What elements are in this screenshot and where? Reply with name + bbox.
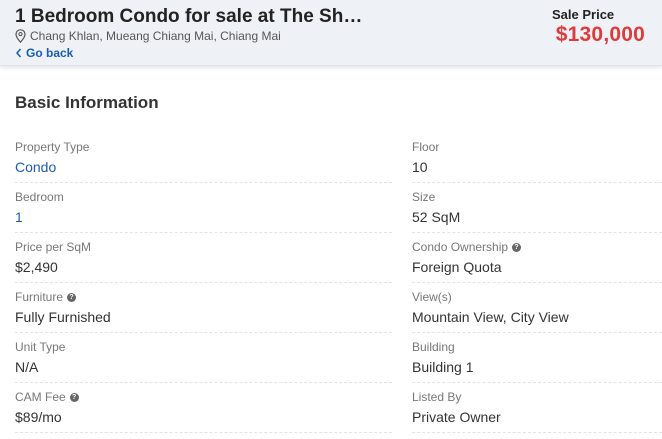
unit-type-label: Unit Type (15, 340, 66, 354)
views-value: Mountain View, City View (412, 309, 569, 325)
size-value: 52 SqM (412, 209, 461, 225)
bedroom-label: Bedroom (15, 190, 64, 204)
property-type-link[interactable]: Condo (15, 159, 56, 175)
question-circle-icon[interactable]: ? (512, 242, 522, 252)
building-label: Building (412, 340, 455, 354)
floor-label: Floor (412, 140, 440, 154)
listed-by-label: Listed By (412, 390, 462, 404)
location-text: Chang Khlan, Mueang Chiang Mai, Chiang M… (30, 29, 281, 43)
listing-location: Chang Khlan, Mueang Chiang Mai, Chiang M… (15, 28, 281, 44)
property-type-label: Property Type (15, 140, 90, 154)
info-row: Bedroom 1 Size 52 SqM (15, 183, 662, 233)
price-per-sqm-cell: Price per SqM $2,490 (15, 233, 392, 283)
go-back-label: Go back (26, 46, 74, 60)
bedroom-cell: Bedroom 1 (15, 183, 392, 233)
section-title: Basic Information (15, 93, 159, 112)
property-type-cell: Property Type Condo (15, 133, 392, 183)
question-circle-icon[interactable]: ? (67, 292, 77, 302)
info-row: Unit Type N/A Building Building 1 (15, 333, 662, 383)
listing-title: 1 Bedroom Condo for sale at The Sh… (15, 6, 363, 27)
floor-cell: Floor 10 (412, 133, 662, 183)
info-row: Price per SqM $2,490 Condo Ownership ? F… (15, 233, 662, 283)
size-cell: Size 52 SqM (412, 183, 662, 233)
cam-fee-cell: CAM Fee ? $89/mo (15, 383, 392, 433)
question-circle-icon[interactable]: ? (69, 392, 79, 402)
size-label: Size (412, 190, 436, 204)
unit-type-cell: Unit Type N/A (15, 333, 392, 383)
listed-by-cell: Listed By Private Owner (412, 383, 662, 433)
listing-header: 1 Bedroom Condo for sale at The Sh… Chan… (0, 0, 662, 66)
chevron-left-icon (16, 48, 22, 58)
sale-price-value: $130,000 (555, 23, 645, 46)
info-row: Property Type Condo Floor 10 (15, 133, 662, 183)
building-cell: Building Building 1 (412, 333, 662, 383)
furniture-cell: Furniture ? Fully Furnished (15, 283, 392, 333)
go-back-link[interactable]: Go back (15, 45, 73, 61)
info-row: CAM Fee ? $89/mo Listed By Private Owner (15, 383, 662, 433)
views-cell: View(s) Mountain View, City View (412, 283, 662, 333)
floor-value: 10 (412, 159, 428, 175)
info-row: Furniture ? Fully Furnished View(s) Moun… (15, 283, 662, 333)
listed-by-value: Private Owner (412, 409, 501, 425)
price-per-sqm-label: Price per SqM (15, 240, 92, 254)
map-pin-icon (15, 29, 26, 43)
furniture-label: Furniture ? (15, 290, 77, 304)
views-label: View(s) (412, 290, 452, 304)
furniture-value: Fully Furnished (15, 309, 111, 325)
price-per-sqm-value: $2,490 (15, 259, 58, 275)
condo-ownership-label: Condo Ownership ? (412, 240, 522, 254)
cam-fee-label: CAM Fee ? (15, 390, 79, 404)
unit-type-value: N/A (15, 359, 39, 375)
condo-ownership-value: Foreign Quota (412, 259, 502, 275)
condo-ownership-cell: Condo Ownership ? Foreign Quota (412, 233, 662, 283)
building-value: Building 1 (412, 359, 474, 375)
basic-info-grid: Property Type Condo Floor 10 Bedroom 1 S… (15, 133, 662, 433)
cam-fee-value: $89/mo (15, 409, 62, 425)
sale-price-label: Sale Price (552, 7, 615, 22)
bedroom-link[interactable]: 1 (15, 209, 23, 225)
